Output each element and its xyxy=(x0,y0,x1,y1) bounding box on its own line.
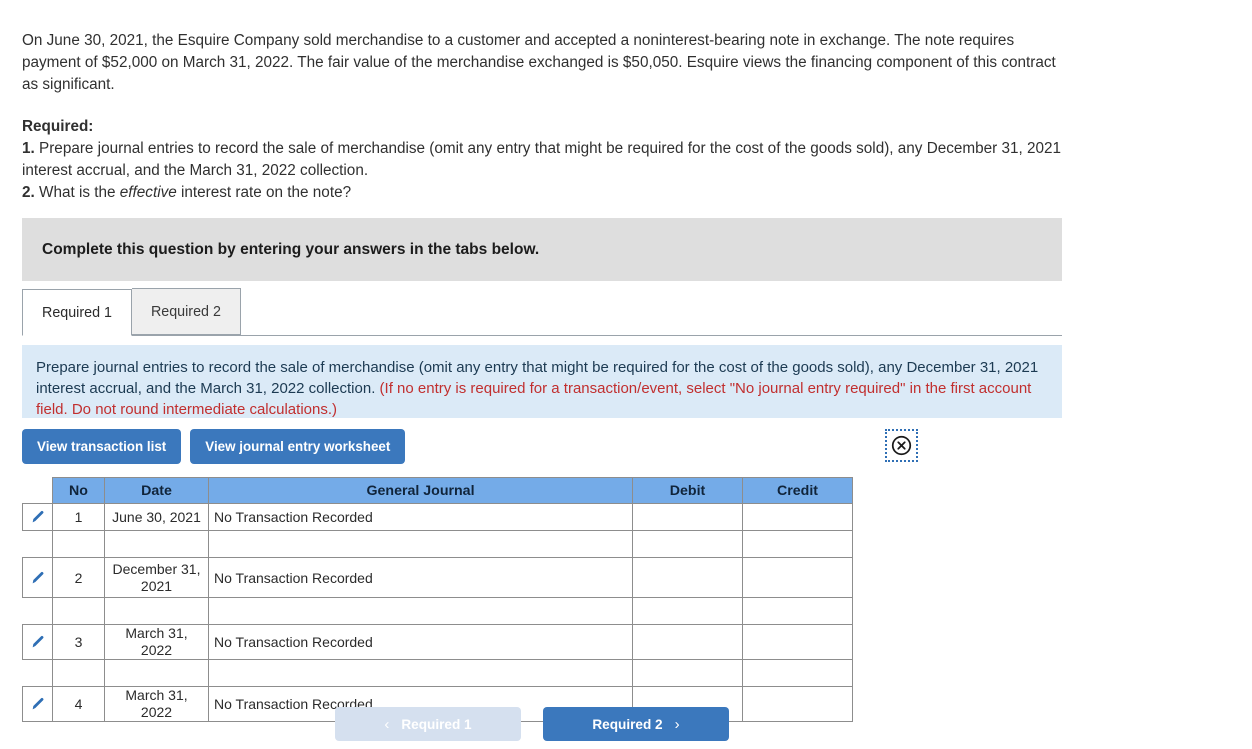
header-debit: Debit xyxy=(632,477,743,504)
spacer-1-debit[interactable] xyxy=(632,530,743,558)
row-1-general-journal[interactable]: No Transaction Recorded xyxy=(208,503,633,531)
required-item-2-text-before: What is the xyxy=(34,184,120,201)
table-row: 3 March 31, 2022 No Transaction Recorded xyxy=(22,624,853,660)
row-2-no: 2 xyxy=(52,557,105,598)
spacer-1-general-journal[interactable] xyxy=(208,530,633,558)
spacer-edit-cell-3 xyxy=(22,659,53,687)
row-1-debit[interactable] xyxy=(632,503,743,531)
chevron-left-icon: ‹ xyxy=(384,715,390,733)
spacer-3-debit[interactable] xyxy=(632,659,743,687)
chevron-right-icon: › xyxy=(674,715,680,733)
view-journal-entry-worksheet-button[interactable]: View journal entry worksheet xyxy=(190,429,406,464)
row-3-debit[interactable] xyxy=(632,624,743,660)
required-heading: Required: xyxy=(22,118,94,135)
pencil-icon xyxy=(32,571,43,583)
spacer-3-no xyxy=(52,659,105,687)
table-header-row: No Date General Journal Debit Credit xyxy=(22,477,853,504)
table-spacer-row xyxy=(22,597,853,625)
spacer-1-date xyxy=(104,530,209,558)
table-spacer-row xyxy=(22,659,853,687)
table-row: 2 December 31, 2021 No Transaction Recor… xyxy=(22,557,853,598)
problem-statement: On June 30, 2021, the Esquire Company so… xyxy=(22,32,1056,93)
row-3-general-journal[interactable]: No Transaction Recorded xyxy=(208,624,633,660)
edit-row-1-button[interactable] xyxy=(22,503,53,531)
row-2-date: December 31, 2021 xyxy=(104,557,209,598)
required-item-1-text: Prepare journal entries to record the sa… xyxy=(22,140,1062,179)
pencil-icon xyxy=(32,635,43,648)
row-4-date: March 31, 2022 xyxy=(104,686,209,722)
tab-required-2-label: Required 2 xyxy=(150,303,221,320)
header-edit-spacer xyxy=(22,477,53,504)
required-item-1: 1. Prepare journal entries to record the… xyxy=(22,138,1068,182)
row-3-date: March 31, 2022 xyxy=(104,624,209,660)
tab-required-2[interactable]: Required 2 xyxy=(131,288,241,335)
edit-row-4-button[interactable] xyxy=(22,686,53,722)
header-date: Date xyxy=(104,477,209,504)
spacer-2-general-journal[interactable] xyxy=(208,597,633,625)
row-4-no: 4 xyxy=(52,686,105,722)
view-transaction-list-button[interactable]: View transaction list xyxy=(22,429,182,464)
required-item-1-number: 1. xyxy=(22,140,35,157)
worksheet-toolbar: View transaction list View journal entry… xyxy=(22,429,406,464)
spacer-edit-cell-2 xyxy=(22,597,53,625)
spacer-1-no xyxy=(52,530,105,558)
row-4-credit[interactable] xyxy=(742,686,853,722)
pencil-icon xyxy=(32,697,43,710)
required-item-2-emphasis: effective xyxy=(119,184,177,201)
spacer-3-date xyxy=(104,659,209,687)
instruction-banner-text: Complete this question by entering your … xyxy=(42,240,540,258)
required-item-2-number: 2. xyxy=(22,184,35,201)
row-1-date: June 30, 2021 xyxy=(104,503,209,531)
spacer-2-debit[interactable] xyxy=(632,597,743,625)
edit-row-3-button[interactable] xyxy=(22,624,53,660)
required-item-2: 2. What is the effective interest rate o… xyxy=(22,182,1068,204)
footer-navigation: ‹ Required 1 Required 2 › xyxy=(335,707,729,741)
tab-strip: Required 1 Required 2 xyxy=(22,288,1062,336)
tab-required-1-label: Required 1 xyxy=(42,304,112,321)
row-1-no: 1 xyxy=(52,503,105,531)
table-spacer-row xyxy=(22,530,853,558)
row-2-debit[interactable] xyxy=(632,557,743,598)
pencil-icon xyxy=(32,510,43,523)
table-row: 1 June 30, 2021 No Transaction Recorded xyxy=(22,503,853,531)
required-block: Required: 1. Prepare journal entries to … xyxy=(22,116,1068,204)
tab-required-1[interactable]: Required 1 xyxy=(22,289,132,336)
circle-x-icon xyxy=(891,435,912,456)
row-2-credit[interactable] xyxy=(742,557,853,598)
header-no: No xyxy=(52,477,105,504)
journal-entry-table: No Date General Journal Debit Credit 1 J… xyxy=(22,477,853,722)
spacer-1-credit[interactable] xyxy=(742,530,853,558)
spacer-2-date xyxy=(104,597,209,625)
row-3-credit[interactable] xyxy=(742,624,853,660)
question-page: On June 30, 2021, the Esquire Company so… xyxy=(0,0,1252,749)
instruction-banner: Complete this question by entering your … xyxy=(22,218,1062,281)
row-1-credit[interactable] xyxy=(742,503,853,531)
previous-required-1-button[interactable]: ‹ Required 1 xyxy=(335,707,521,741)
close-worksheet-button[interactable] xyxy=(885,429,918,462)
header-general-journal: General Journal xyxy=(208,477,633,504)
header-credit: Credit xyxy=(742,477,853,504)
row-2-general-journal[interactable]: No Transaction Recorded xyxy=(208,557,633,598)
required-item-2-text-after: interest rate on the note? xyxy=(176,184,352,201)
spacer-3-credit[interactable] xyxy=(742,659,853,687)
next-required-2-button[interactable]: Required 2 › xyxy=(543,707,729,741)
spacer-3-general-journal[interactable] xyxy=(208,659,633,687)
next-button-label: Required 2 xyxy=(592,716,663,732)
spacer-2-credit[interactable] xyxy=(742,597,853,625)
previous-button-label: Required 1 xyxy=(401,716,472,732)
row-3-no: 3 xyxy=(52,624,105,660)
edit-row-2-button[interactable] xyxy=(22,557,53,598)
tab-instruction-box: Prepare journal entries to record the sa… xyxy=(22,345,1062,418)
spacer-edit-cell-1 xyxy=(22,530,53,558)
spacer-2-no xyxy=(52,597,105,625)
